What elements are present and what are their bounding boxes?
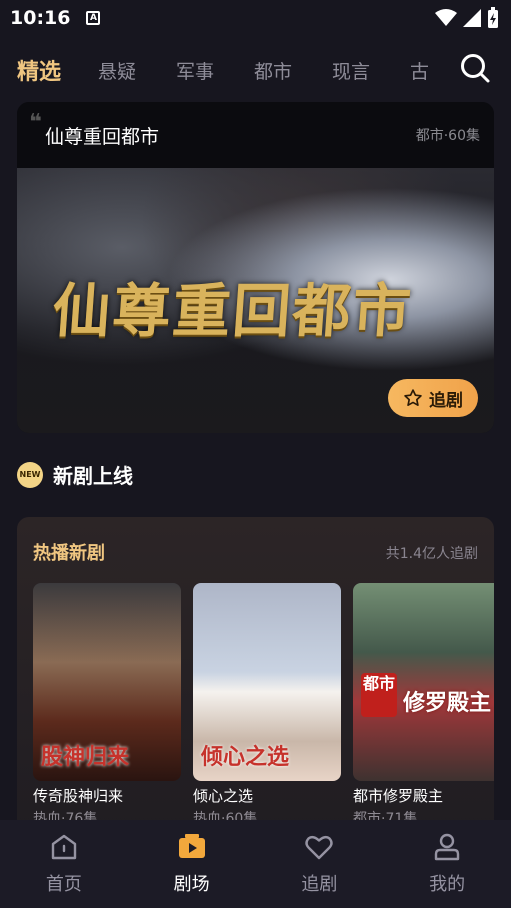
nav-label: 我的 (429, 874, 466, 895)
nav-theater[interactable]: 剧场 (128, 820, 256, 908)
poster-item[interactable]: 股神归来 传奇股神归来 热血·76集 (33, 583, 181, 828)
poster-image[interactable]: 倾心之选 (193, 583, 341, 781)
tab-urban[interactable]: 都市 (254, 57, 292, 84)
poster-image[interactable]: 都市 修罗殿主 (353, 583, 494, 781)
poster-name: 传奇股神归来 (33, 787, 124, 805)
featured-header: ❝ 仙尊重回都市 都市·60集 (17, 102, 494, 168)
genre-tag: 都市 (361, 673, 397, 717)
hot-title: 热播新剧 (33, 543, 105, 564)
tab-romance[interactable]: 现言 (332, 57, 370, 84)
poster-item[interactable]: 都市 修罗殿主 都市修罗殿主 都市·71集 (353, 583, 494, 828)
heart-icon (305, 835, 334, 860)
follow-label: 追剧 (429, 390, 463, 411)
nav-label: 首页 (45, 874, 82, 895)
poster-image[interactable]: 股神归来 (33, 583, 181, 781)
poster-art-title: 倾心之选 (201, 745, 290, 770)
tab-military[interactable]: 军事 (176, 57, 214, 84)
search-icon[interactable] (459, 52, 491, 84)
status-time: 10:16 (10, 7, 71, 29)
notification-icon: A (86, 11, 101, 25)
bottom-nav: 首页 剧场 追剧 我的 (0, 820, 511, 908)
tab-featured[interactable]: 精选 (17, 54, 61, 86)
new-badge-icon: NEW (17, 461, 43, 488)
featured-title: 仙尊重回都市 (45, 125, 160, 148)
poster-name: 都市修罗殿主 (353, 787, 444, 805)
status-icons (435, 7, 499, 29)
poster-title-art: 仙尊重回都市 (50, 277, 416, 345)
poster-art-title: 股神归来 (41, 745, 130, 770)
poster-name: 倾心之选 (193, 787, 254, 805)
signal-icon (463, 9, 481, 27)
status-bar: 10:16 A (0, 0, 511, 36)
nav-home[interactable]: 首页 (0, 820, 128, 908)
home-icon (51, 834, 77, 860)
tab-ancient[interactable]: 古 (410, 57, 428, 84)
star-icon (404, 389, 422, 406)
section-title: 新剧上线 (53, 464, 133, 488)
nav-label: 剧场 (173, 874, 210, 895)
profile-icon (434, 833, 460, 861)
follow-button[interactable]: 追剧 (388, 379, 478, 417)
featured-meta: 都市·60集 (415, 128, 480, 144)
tab-suspense[interactable]: 悬疑 (98, 57, 136, 84)
theater-icon (178, 834, 205, 858)
quote-icon: ❝ (29, 110, 42, 135)
nav-profile[interactable]: 我的 (383, 820, 511, 908)
poster-list: 股神归来 传奇股神归来 热血·76集 倾心之选 倾心之选 热血·60集 都市 修… (33, 583, 494, 828)
battery-icon (488, 7, 498, 28)
featured-poster[interactable]: 仙尊重回都市 追剧 (17, 168, 494, 433)
hot-dramas-card: 热播新剧 共1.4亿人追剧 股神归来 传奇股神归来 热血·76集 倾心之选 倾心… (17, 517, 494, 837)
featured-card[interactable]: ❝ 仙尊重回都市 都市·60集 仙尊重回都市 追剧 (17, 102, 494, 433)
nav-label: 追剧 (301, 874, 338, 895)
category-tabs: 精选 悬疑 军事 都市 现言 古 (0, 44, 511, 94)
poster-art-title: 修罗殿主 (403, 691, 492, 716)
hot-subtitle: 共1.4亿人追剧 (385, 546, 478, 562)
wifi-icon (435, 9, 457, 26)
nav-follow[interactable]: 追剧 (256, 820, 384, 908)
new-dramas-header: NEW 新剧上线 (17, 460, 133, 489)
poster-item[interactable]: 倾心之选 倾心之选 热血·60集 (193, 583, 341, 828)
